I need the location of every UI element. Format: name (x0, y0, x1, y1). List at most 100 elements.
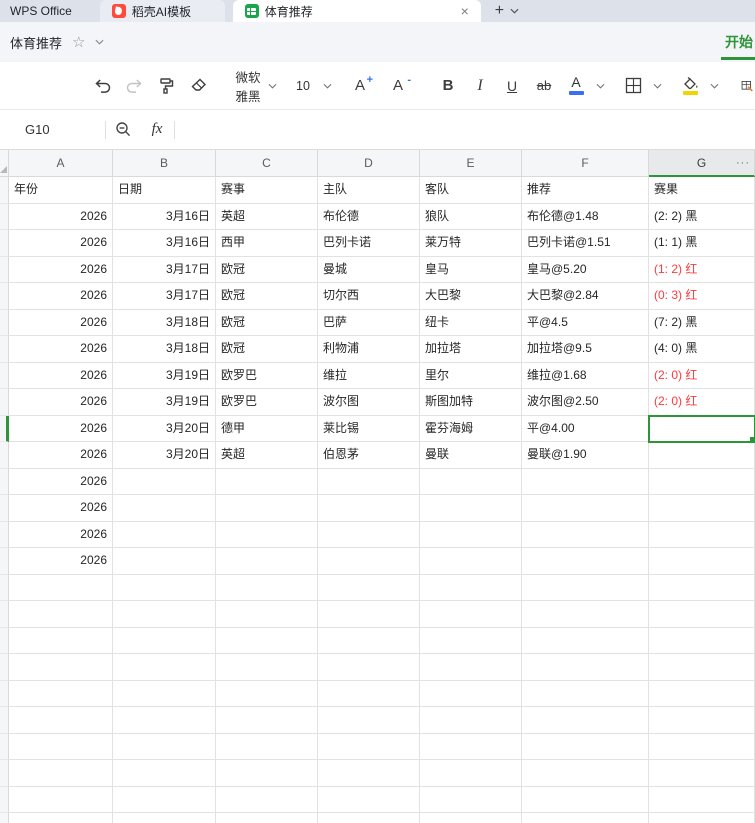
cell-D9[interactable]: 波尔图 (318, 389, 420, 416)
cell-E18[interactable] (420, 627, 522, 654)
cell-C22[interactable] (216, 733, 318, 760)
row-header-14[interactable] (0, 521, 9, 548)
cell-C12[interactable] (216, 468, 318, 495)
cell-F22[interactable] (522, 733, 649, 760)
cell-B1[interactable]: 日期 (113, 177, 216, 204)
cell-A1[interactable]: 年份 (9, 177, 113, 204)
eraser-button[interactable] (184, 71, 212, 101)
column-header-A[interactable]: A (9, 150, 113, 177)
cell-D22[interactable] (318, 733, 420, 760)
cell-D2[interactable]: 布伦德 (318, 203, 420, 230)
cell-F17[interactable] (522, 601, 649, 628)
row-header-16[interactable] (0, 574, 9, 601)
cell-E7[interactable]: 加拉塔 (420, 336, 522, 363)
cell-B25[interactable] (113, 813, 216, 823)
favorite-star-icon[interactable]: ☆ (72, 33, 85, 51)
cell-G5[interactable]: (0: 3) 红 (649, 283, 755, 310)
font-size-select[interactable]: 10 (289, 71, 317, 101)
cell-B10[interactable]: 3月20日 (113, 415, 216, 442)
column-header-D[interactable]: D (318, 150, 420, 177)
cell-B24[interactable] (113, 786, 216, 813)
cell-C19[interactable] (216, 654, 318, 681)
underline-button[interactable]: U (498, 71, 526, 101)
cell-A16[interactable] (9, 574, 113, 601)
insert-function-icon[interactable]: fx (140, 121, 174, 138)
cell-G24[interactable] (649, 786, 755, 813)
cell-F16[interactable] (522, 574, 649, 601)
cell-D25[interactable] (318, 813, 420, 823)
column-header-B[interactable]: B (113, 150, 216, 177)
cell-C10[interactable]: 德甲 (216, 415, 318, 442)
cell-E12[interactable] (420, 468, 522, 495)
cell-D10[interactable]: 莱比锡 (318, 415, 420, 442)
cell-F6[interactable]: 平@4.5 (522, 309, 649, 336)
row-header-8[interactable] (0, 362, 9, 389)
cell-B2[interactable]: 3月16日 (113, 203, 216, 230)
row-header-10[interactable] (0, 415, 9, 442)
row-header-5[interactable] (0, 283, 9, 310)
cell-E24[interactable] (420, 786, 522, 813)
cell-C4[interactable]: 欧冠 (216, 256, 318, 283)
row-header-19[interactable] (0, 654, 9, 681)
row-header-13[interactable] (0, 495, 9, 522)
cell-G14[interactable] (649, 521, 755, 548)
cell-F9[interactable]: 波尔图@2.50 (522, 389, 649, 416)
redo-button[interactable] (120, 71, 148, 101)
cell-F11[interactable]: 曼联@1.90 (522, 442, 649, 469)
cell-D19[interactable] (318, 654, 420, 681)
cell-E2[interactable]: 狼队 (420, 203, 522, 230)
cell-D20[interactable] (318, 680, 420, 707)
cell-A25[interactable] (9, 813, 113, 823)
cell-F2[interactable]: 布伦德@1.48 (522, 203, 649, 230)
cell-A12[interactable]: 2026 (9, 468, 113, 495)
cell-E22[interactable] (420, 733, 522, 760)
cell-A8[interactable]: 2026 (9, 362, 113, 389)
cell-C8[interactable]: 欧罗巴 (216, 362, 318, 389)
cell-E6[interactable]: 纽卡 (420, 309, 522, 336)
cell-F8[interactable]: 维拉@1.68 (522, 362, 649, 389)
cell-B6[interactable]: 3月18日 (113, 309, 216, 336)
cell-G10[interactable] (648, 414, 755, 443)
cell-G4[interactable]: (1: 2) 红 (649, 256, 755, 283)
row-header-24[interactable] (0, 786, 9, 813)
row-header-25[interactable] (0, 813, 9, 823)
cell-A10[interactable]: 2026 (9, 415, 113, 442)
row-header-20[interactable] (0, 680, 9, 707)
cell-C25[interactable] (216, 813, 318, 823)
cell-A23[interactable] (9, 760, 113, 787)
cell-F13[interactable] (522, 495, 649, 522)
cell-B7[interactable]: 3月18日 (113, 336, 216, 363)
cell-B11[interactable]: 3月20日 (113, 442, 216, 469)
select-all-corner[interactable] (0, 150, 9, 177)
cell-F4[interactable]: 皇马@5.20 (522, 256, 649, 283)
row-header-6[interactable] (0, 309, 9, 336)
cell-F1[interactable]: 推荐 (522, 177, 649, 204)
borders-dropdown-icon[interactable] (651, 83, 664, 89)
cell-A4[interactable]: 2026 (9, 256, 113, 283)
cell-B16[interactable] (113, 574, 216, 601)
cell-F21[interactable] (522, 707, 649, 734)
cell-G9[interactable]: (2: 0) 红 (649, 389, 755, 416)
cell-D14[interactable] (318, 521, 420, 548)
cell-B17[interactable] (113, 601, 216, 628)
cell-E20[interactable] (420, 680, 522, 707)
cell-A19[interactable] (9, 654, 113, 681)
cell-G11[interactable] (649, 442, 755, 469)
cell-A20[interactable] (9, 680, 113, 707)
cell-C20[interactable] (216, 680, 318, 707)
cell-A2[interactable]: 2026 (9, 203, 113, 230)
cell-G25[interactable] (649, 813, 755, 823)
cell-B19[interactable] (113, 654, 216, 681)
new-tab-dropdown-icon[interactable] (510, 0, 527, 22)
cell-F19[interactable] (522, 654, 649, 681)
new-tab-button[interactable]: + (481, 0, 510, 22)
cell-E21[interactable] (420, 707, 522, 734)
cell-B8[interactable]: 3月19日 (113, 362, 216, 389)
cell-G19[interactable] (649, 654, 755, 681)
cell-C6[interactable]: 欧冠 (216, 309, 318, 336)
cell-D12[interactable] (318, 468, 420, 495)
cell-B9[interactable]: 3月19日 (113, 389, 216, 416)
name-box[interactable]: G10 (0, 122, 105, 137)
cell-D3[interactable]: 巴列卡诺 (318, 230, 420, 257)
font-name-select[interactable]: 微软雅黑 (234, 71, 262, 104)
